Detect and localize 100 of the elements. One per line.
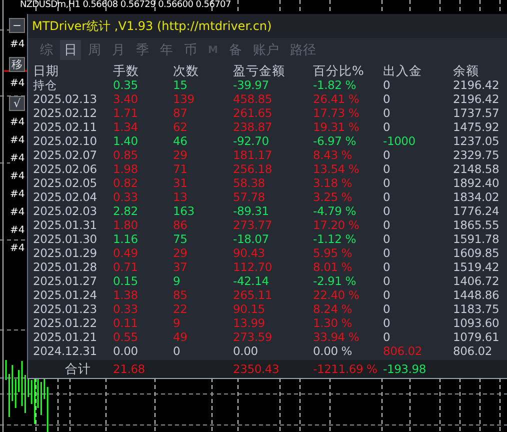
date-cell-text: 2025.02.03 [33, 204, 98, 218]
table-cell-text: 1.71 [113, 106, 139, 120]
table-cell-text: 238.87 [233, 120, 274, 134]
table-cell-text: 1237.05 [453, 134, 500, 148]
table-cell-text: 0 [383, 204, 392, 218]
table-cell-text: 22 [173, 302, 188, 316]
table-cell-text: 62 [173, 120, 188, 134]
tab[interactable]: 币 [180, 40, 201, 60]
table-cell-text: 0 [383, 246, 392, 260]
table-cell-text: -1000 [383, 134, 416, 148]
table-cell-text: 71 [173, 162, 188, 176]
table-cell-text: 1475.92 [453, 120, 500, 134]
date-cell-text: 2025.02.13 [33, 92, 98, 106]
date-cell-text: 2025.01.22 [33, 316, 98, 330]
table-cell-text: 31 [173, 176, 188, 190]
table-cell-text: 163 [173, 204, 196, 218]
side-button[interactable]: 移 [9, 57, 25, 72]
chart-header: NZDUSDm,H1 0.56608 0.56729 0.56600 0.56707 [20, 0, 231, 11]
table-cell-text: 1892.40 [453, 176, 500, 190]
table-cell-text: -6.97 % [313, 134, 357, 148]
table-cell-text: 1865.55 [453, 218, 500, 232]
table-cell-text: -4.79 % [313, 204, 357, 218]
table-cell-text: 2.82 [113, 204, 139, 218]
date-cell-text: 2025.02.07 [33, 148, 98, 162]
table-cell-text: 0 [383, 120, 392, 134]
date-cell-text: 持仓 [33, 78, 58, 92]
tab[interactable]: 路径 [286, 40, 320, 60]
table-cell-text: 3.18 % [313, 176, 353, 190]
tab[interactable]: 综 [36, 40, 57, 60]
table-cell-text: 0 [383, 232, 392, 246]
table-cell-text: 273.77 [233, 218, 274, 232]
table-cell-text: 265.11 [233, 288, 274, 302]
table-cell-text: 58.38 [233, 176, 266, 190]
table-cell-text: 3.40 [113, 92, 139, 106]
date-cell-text: 2024.12.31 [33, 344, 98, 358]
table-cell-text: 90.43 [233, 246, 266, 260]
date-cell-text: 2025.02.06 [33, 162, 98, 176]
tab[interactable]: 账户 [248, 40, 283, 60]
table-cell-text: 22.40 % [313, 288, 360, 302]
table-cell-text: 1.80 [113, 218, 139, 232]
table-cell-text: 139 [173, 92, 196, 106]
tab[interactable]: 季 [132, 40, 153, 60]
table-cell-text: 1.40 [113, 134, 139, 148]
tab[interactable]: 备 [224, 40, 246, 60]
table-cell-text: -193.98 [383, 362, 427, 376]
table-cell-text: 21.68 [113, 362, 146, 376]
table-cell-text: -92.70 [233, 134, 270, 148]
table-cell-text: 49 [173, 330, 188, 344]
side-button[interactable]: − [9, 18, 25, 33]
table-cell-text: 458.85 [233, 92, 274, 106]
column-header: 百分比% [313, 64, 365, 78]
side-button[interactable]: √ [9, 96, 25, 111]
table-cell-text: 33.94 % [313, 330, 360, 344]
tab[interactable]: 年 [156, 40, 177, 60]
table-cell-text: 5.95 % [313, 246, 353, 260]
table-cell-text: 87 [173, 106, 188, 120]
table-cell-text: 1406.72 [453, 274, 500, 288]
date-cell-text: 2025.02.04 [33, 190, 98, 204]
table-cell-text: 0.33 [113, 190, 139, 204]
table-cell-text: 256.18 [233, 162, 274, 176]
date-cell-text: 2025.01.28 [33, 260, 98, 274]
table-cell-text: 19.31 % [313, 120, 360, 134]
table-cell-text: 0 [383, 162, 392, 176]
table-cell-text: 1183.75 [453, 302, 500, 316]
table-cell-text: 13 [173, 190, 188, 204]
table-cell-text: 0.71 [113, 260, 139, 274]
date-cell-text: 2025.01.30 [33, 232, 98, 246]
table-cell-text: -1.12 % [313, 232, 357, 246]
table-cell-text: 0.00 [233, 344, 259, 358]
table-cell-text: 0.00 % [313, 344, 353, 358]
table-cell-text: 17.73 % [313, 106, 360, 120]
table-cell-text: 0.49 [113, 246, 139, 260]
date-cell-text: 2025.01.24 [33, 288, 98, 302]
date-cell-text: 2025.02.05 [33, 176, 98, 190]
table-cell-text: 0 [383, 260, 392, 274]
table-cell-text: -89.31 [233, 204, 270, 218]
table-cell-text: 0 [383, 302, 392, 316]
table-cell-text: 1.38 [113, 288, 139, 302]
table-cell-text: 8.43 % [313, 148, 353, 162]
table-cell-text: 15 [173, 78, 188, 92]
table-cell-text: 0.85 [113, 148, 139, 162]
table-cell-text: -1211.69 % [313, 362, 378, 376]
tab[interactable]: 周 [84, 40, 105, 60]
table-cell-text: 806.02 [383, 344, 424, 358]
column-header: 余额 [453, 64, 480, 78]
date-cell-text: 2025.01.31 [33, 218, 98, 232]
tab[interactable]: 月 [108, 40, 129, 60]
table-cell-text: 0 [383, 190, 392, 204]
table-cell-text: -39.97 [233, 78, 270, 92]
table-cell-text: 1.34 [113, 120, 139, 134]
order-label: #4 [10, 153, 25, 165]
date-cell-text: 2025.02.11 [33, 120, 98, 134]
table-cell-text: 0 [383, 148, 392, 162]
tab[interactable]: 日 [60, 40, 81, 60]
table-cell-text: 57.78 [233, 190, 266, 204]
table-cell-text: 17.20 % [313, 218, 360, 232]
table-cell-text: 1609.85 [453, 246, 500, 260]
table-cell-text: 0 [383, 288, 392, 302]
table-cell-text: 85 [173, 288, 188, 302]
table-cell-text: 2196.42 [453, 92, 500, 106]
